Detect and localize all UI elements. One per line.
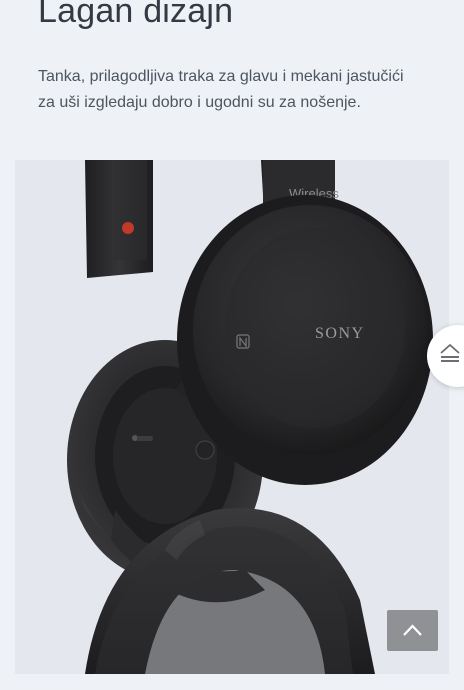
left-marker-icon — [122, 222, 134, 234]
brand-label: SONY — [315, 325, 365, 342]
section-description: Tanka, prilagodljiva traka za glavu i me… — [38, 68, 404, 111]
section-heading: Lagan dizajn — [38, 0, 234, 30]
chevron-up-icon — [403, 624, 422, 636]
scroll-to-top-button[interactable] — [387, 610, 438, 651]
eject-icon — [440, 344, 460, 362]
bottom-strip — [0, 676, 464, 690]
page: Lagan dizajn Tanka, prilagodljiva traka … — [0, 0, 464, 690]
headphones-illustration: Wireless SONY — [67, 160, 433, 674]
product-image: Wireless SONY — [15, 160, 449, 674]
